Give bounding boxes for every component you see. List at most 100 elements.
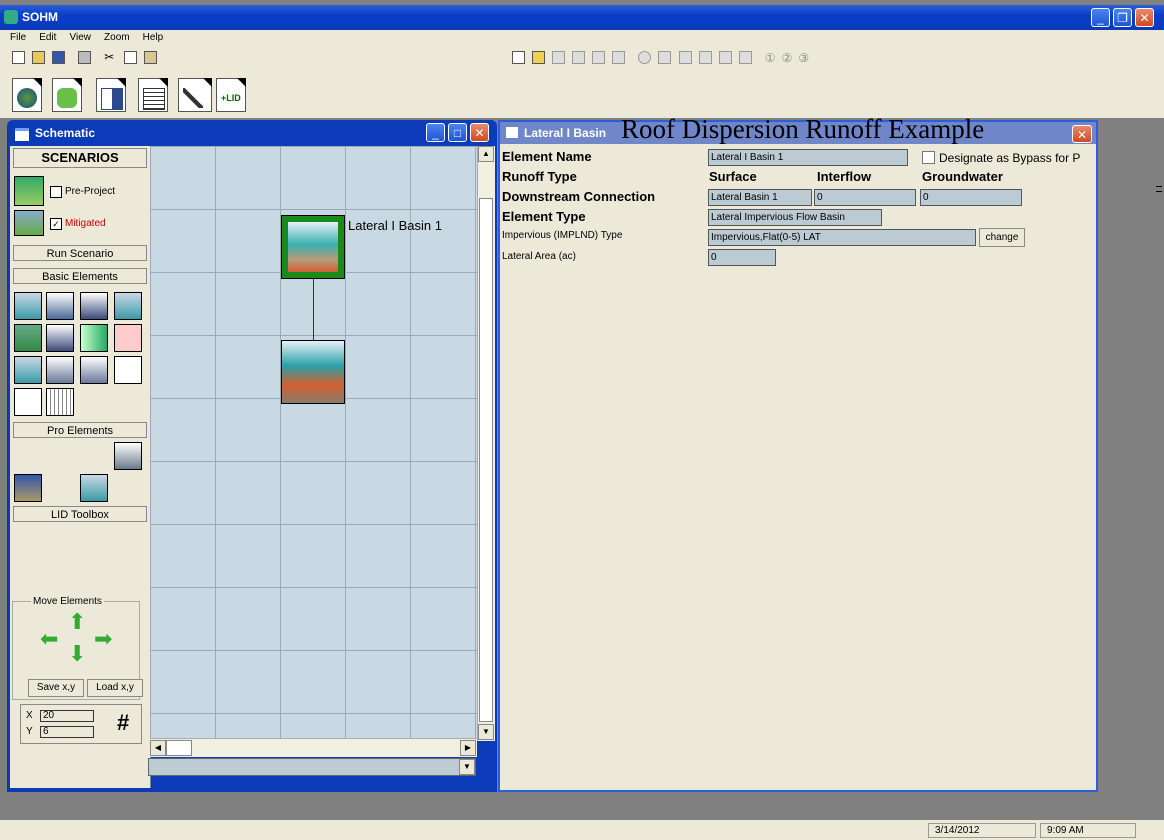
x-coordinate-field[interactable]: 20 xyxy=(40,710,94,722)
status-time: 9:09 AM xyxy=(1040,823,1136,838)
table-icon[interactable] xyxy=(592,51,606,64)
properties-close-button[interactable]: ✕ xyxy=(1072,125,1092,143)
scroll-down-icon[interactable]: ▼ xyxy=(478,724,494,740)
move-left-icon[interactable]: ⬅ xyxy=(40,628,58,650)
tank-icon[interactable] xyxy=(46,324,74,352)
schematic-minimize-button[interactable]: _ xyxy=(426,123,445,142)
analysis-button[interactable] xyxy=(96,78,126,112)
duration-icon[interactable] xyxy=(738,51,752,64)
run-icon[interactable] xyxy=(638,51,652,64)
vertical-scroll-thumb[interactable] xyxy=(479,198,493,722)
report-button[interactable] xyxy=(138,78,168,112)
save-icon[interactable] xyxy=(52,51,66,64)
scroll-left-icon[interactable]: ◀ xyxy=(150,740,166,756)
menu-file[interactable]: File xyxy=(10,32,26,43)
move-down-icon[interactable]: ⬇ xyxy=(68,643,86,665)
downstream-connection-label: Downstream Connection xyxy=(502,189,656,204)
wetland-icon[interactable] xyxy=(14,474,42,502)
save-report-icon[interactable] xyxy=(572,51,586,64)
lateral-basin-node-2[interactable] xyxy=(281,340,345,404)
lateral-area-field[interactable]: 0 xyxy=(708,249,776,266)
menu-edit[interactable]: Edit xyxy=(39,32,56,43)
element-type-label: Element Type xyxy=(502,209,586,224)
chart-icon[interactable] xyxy=(698,51,712,64)
point-of-compliance-icon[interactable] xyxy=(14,388,42,416)
run-scenario-button[interactable]: Run Scenario xyxy=(13,245,147,261)
downstream-groundwater-field[interactable]: 0 xyxy=(920,189,1022,206)
swale-icon[interactable] xyxy=(80,356,108,384)
option-2-icon[interactable]: ② xyxy=(782,51,793,65)
pro-pond-icon[interactable] xyxy=(114,442,142,470)
open-icon[interactable] xyxy=(32,51,46,64)
vertical-scrollbar[interactable]: ▲ ▼ xyxy=(477,146,495,741)
grid-toggle-icon[interactable]: # xyxy=(117,712,129,734)
flow-icon[interactable] xyxy=(718,51,732,64)
element-name-field[interactable]: Lateral I Basin 1 xyxy=(708,149,908,166)
move-right-icon[interactable]: ➡ xyxy=(94,628,112,650)
pre-project-checkbox[interactable] xyxy=(50,186,62,198)
move-up-icon[interactable]: ⬆ xyxy=(68,611,86,633)
downstream-surface-field[interactable]: Lateral Basin 1 xyxy=(708,189,812,206)
x-label: X xyxy=(26,710,33,721)
infiltration-icon[interactable] xyxy=(14,356,42,384)
downstream-interflow-field[interactable]: 0 xyxy=(814,189,916,206)
surface-header: Surface xyxy=(709,169,757,184)
channel-icon[interactable] xyxy=(80,324,108,352)
tools-button[interactable] xyxy=(178,78,212,112)
copy-icon[interactable] xyxy=(124,51,138,64)
horizontal-scroll-thumb[interactable] xyxy=(166,740,192,756)
bypass-label: Designate as Bypass for P xyxy=(939,151,1081,165)
change-button[interactable]: change xyxy=(979,228,1025,247)
load-xy-button[interactable]: Load x,y xyxy=(87,679,143,697)
dropdown-arrow-icon[interactable]: ▼ xyxy=(459,759,475,775)
save-xy-button[interactable]: Save x,y xyxy=(28,679,84,697)
schematic-maximize-button[interactable]: □ xyxy=(448,123,467,142)
lateral-basin-icon[interactable] xyxy=(114,292,142,320)
map-button[interactable] xyxy=(12,78,42,112)
report-icon[interactable] xyxy=(532,51,546,64)
edit-icon[interactable] xyxy=(512,51,525,64)
time-series-icon[interactable] xyxy=(46,388,74,416)
schematic-dropdown[interactable]: ▼ xyxy=(148,758,476,776)
vault-icon[interactable] xyxy=(80,292,108,320)
paste-icon[interactable] xyxy=(144,51,158,64)
lateral-pervious-icon[interactable] xyxy=(80,474,108,502)
irregular-pond-icon[interactable] xyxy=(46,356,74,384)
gravel-trench-icon[interactable] xyxy=(14,324,42,352)
mitigated-checkbox[interactable]: ✓ xyxy=(50,218,62,230)
flow-splitter-icon[interactable] xyxy=(114,356,142,384)
scroll-up-icon[interactable]: ▲ xyxy=(478,146,494,162)
cut-icon[interactable]: ✂ xyxy=(104,51,117,64)
menu-bar: File Edit View Zoom Help xyxy=(0,31,163,47)
schematic-canvas[interactable]: Lateral I Basin 1 xyxy=(150,146,477,756)
hydrograph-icon[interactable] xyxy=(612,51,626,64)
bypass-checkbox[interactable] xyxy=(922,151,935,164)
open-scenario-icon[interactable] xyxy=(658,51,672,64)
trapezoidal-pond-icon[interactable] xyxy=(46,292,74,320)
stage-storage-icon[interactable] xyxy=(114,324,142,352)
scroll-right-icon[interactable]: ▶ xyxy=(460,740,476,756)
element-name-label: Element Name xyxy=(502,149,592,164)
basin-icon[interactable] xyxy=(14,292,42,320)
option-1-icon[interactable]: ① xyxy=(765,51,776,65)
print-icon[interactable] xyxy=(78,51,92,64)
connection-line xyxy=(313,279,314,340)
menu-zoom[interactable]: Zoom xyxy=(104,32,130,43)
element-sidebar: SCENARIOS Pre-Project ✓ Mitigated Run Sc… xyxy=(10,146,151,788)
print-report-icon[interactable] xyxy=(552,51,566,64)
horizontal-scrollbar[interactable]: ◀ ▶ xyxy=(150,738,477,757)
lid-button[interactable]: +LID xyxy=(216,78,246,112)
y-coordinate-field[interactable]: 6 xyxy=(40,726,94,738)
compare-icon[interactable] xyxy=(678,51,692,64)
new-icon[interactable] xyxy=(12,51,25,64)
scenario-button[interactable] xyxy=(52,78,82,112)
restore-button[interactable]: ❐ xyxy=(1113,8,1132,27)
lateral-basin-node[interactable] xyxy=(281,215,345,279)
menu-view[interactable]: View xyxy=(69,32,91,43)
menu-help[interactable]: Help xyxy=(143,32,164,43)
option-3-icon[interactable]: ③ xyxy=(798,51,809,65)
lid-toolbox-header: LID Toolbox xyxy=(13,506,147,522)
close-button[interactable]: ✕ xyxy=(1135,8,1154,27)
minimize-button[interactable]: _ xyxy=(1091,8,1110,27)
schematic-close-button[interactable]: ✕ xyxy=(470,123,489,142)
